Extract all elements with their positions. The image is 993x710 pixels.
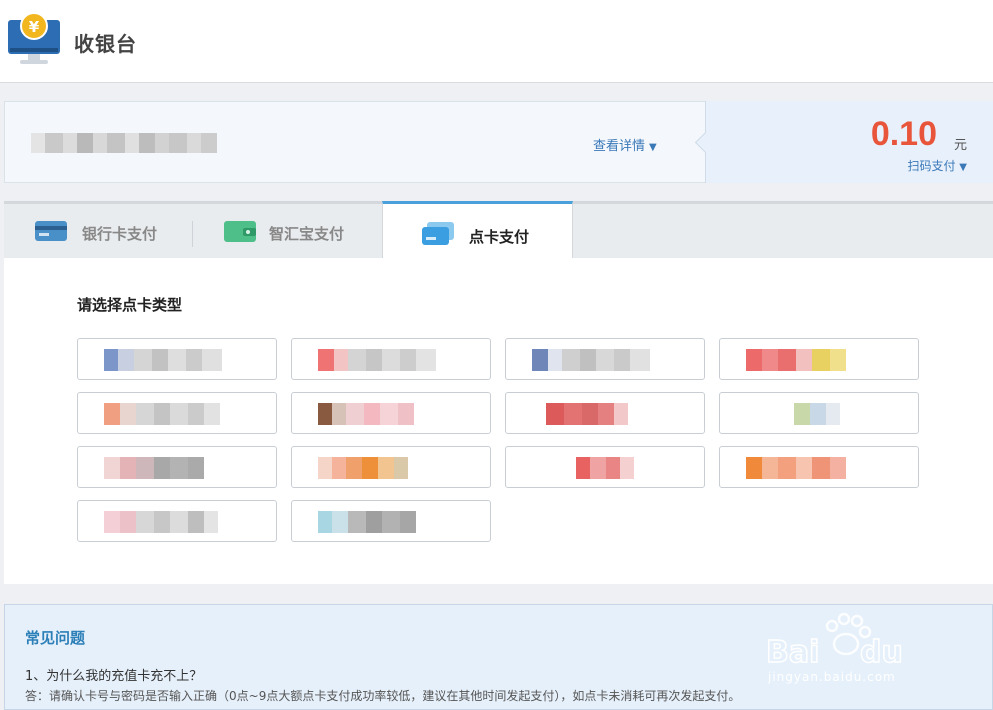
card-type-option[interactable] [77, 446, 277, 488]
order-name-blurred [31, 133, 226, 153]
card-logo [104, 457, 244, 479]
card-logo [746, 403, 886, 425]
card-type-option[interactable] [77, 392, 277, 434]
card-logo [746, 457, 886, 479]
page-title: 收银台 [74, 32, 137, 56]
faq-title: 常见问题 [25, 629, 86, 647]
card-logo [746, 349, 886, 371]
svg-text:du: du [860, 635, 903, 670]
faq-answer: 答：请确认卡号与密码是否输入正确（0点~9点大额点卡支付成功率较低，建议在其他时… [25, 689, 741, 703]
card-type-option[interactable] [291, 446, 491, 488]
card-logo [532, 349, 672, 371]
card-logo [532, 403, 672, 425]
tab-point-card[interactable]: 点卡支付 [382, 201, 573, 259]
card-type-option[interactable] [77, 500, 277, 542]
card-type-option[interactable] [77, 338, 277, 380]
card-type-option[interactable] [719, 392, 919, 434]
caret-down-icon: ▼ [649, 142, 657, 153]
svg-text:Bai: Bai [766, 635, 819, 670]
scan-pay-label: 扫码支付 [907, 159, 956, 173]
card-type-option[interactable] [505, 338, 705, 380]
card-type-option[interactable] [719, 338, 919, 380]
tab-wallet[interactable]: 智汇宝支付 [193, 201, 382, 258]
payment-tabs: 银行卡支付 智汇宝支付 点卡支付 [4, 201, 993, 259]
wallet-icon [224, 221, 256, 242]
tab-label: 智汇宝支付 [269, 225, 345, 243]
panel-notch [694, 131, 717, 154]
order-amount: 0.10 [870, 115, 937, 153]
amount-panel: 0.10 元 扫码支付 ▼ [694, 101, 993, 183]
faq-question: 1、为什么我的充值卡充不上？ [25, 669, 203, 684]
card-logo [318, 511, 458, 533]
card-type-option[interactable] [291, 392, 491, 434]
top-header: ¥ 收银台 [0, 0, 993, 83]
svg-text:¥: ¥ [29, 18, 40, 36]
card-type-option[interactable] [719, 446, 919, 488]
tab-label: 银行卡支付 [82, 225, 158, 243]
card-logo [318, 349, 458, 371]
view-details-label: 查看详情 [593, 139, 646, 154]
card-type-option[interactable] [505, 446, 705, 488]
card-logo [532, 457, 672, 479]
card-type-option[interactable] [291, 338, 491, 380]
caret-down-icon: ▼ [959, 162, 967, 173]
card-logo [318, 457, 458, 479]
monitor-yuan-icon: ¥ [8, 12, 60, 64]
tab-label: 点卡支付 [469, 228, 530, 246]
watermark-text: jingyan.baidu.com [768, 670, 896, 684]
card-type-option[interactable] [291, 500, 491, 542]
point-card-panel: 请选择点卡类型 [4, 258, 993, 584]
section-title: 请选择点卡类型 [77, 296, 183, 314]
card-logo [318, 403, 458, 425]
point-card-icon [422, 222, 454, 245]
card-type-option[interactable] [505, 392, 705, 434]
order-summary: 查看详情 ▼ 0.10 元 扫码支付 ▼ [4, 101, 993, 183]
card-logo [104, 403, 244, 425]
card-logo [104, 511, 244, 533]
currency-unit: 元 [953, 138, 967, 153]
bank-card-icon [35, 221, 67, 241]
card-logo [104, 349, 244, 371]
scan-pay-link[interactable]: 扫码支付 ▼ [907, 157, 967, 174]
view-details-link[interactable]: 查看详情 ▼ [593, 135, 657, 154]
tab-bank-card[interactable]: 银行卡支付 [4, 201, 192, 258]
